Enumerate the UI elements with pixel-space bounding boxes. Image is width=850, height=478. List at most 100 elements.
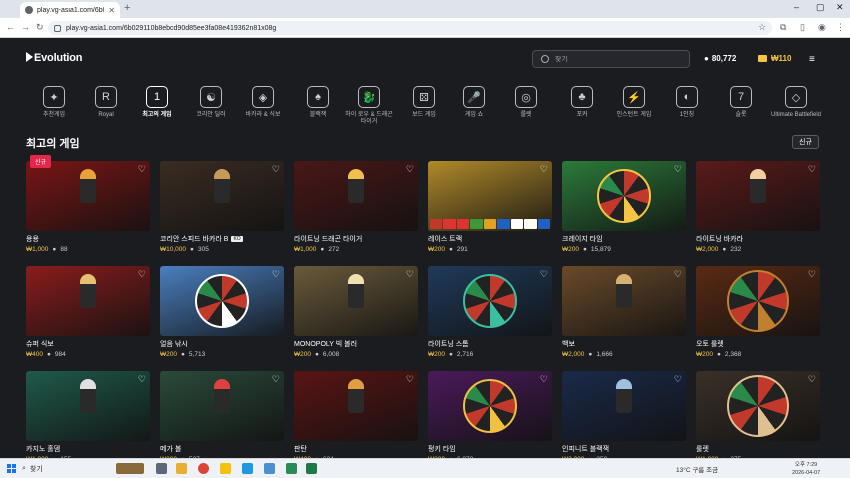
category-item[interactable]: 1 최고의 게임 xyxy=(131,86,183,119)
taskbar-widget-icon[interactable] xyxy=(116,463,144,474)
favorite-heart-icon[interactable]: ♡ xyxy=(406,374,414,385)
game-card[interactable]: ♡ 슈퍼 식보 ₩400 ● 984 xyxy=(26,266,150,358)
profile-icon[interactable]: ◉ xyxy=(818,22,826,33)
favorite-heart-icon[interactable]: ♡ xyxy=(540,164,548,175)
maximize-icon[interactable]: ▢ xyxy=(816,2,825,13)
close-window-icon[interactable]: ✕ xyxy=(836,2,844,13)
sidepanel-icon[interactable]: ▯ xyxy=(800,22,805,33)
game-thumbnail[interactable]: ♡ xyxy=(696,371,820,441)
game-thumbnail[interactable]: ♡ xyxy=(562,161,686,231)
game-card[interactable]: ♡ 오토 룰렛 ₩200 ● 2,368 xyxy=(696,266,820,358)
category-item[interactable]: 🐉 하이 로우 & 드래곤 타이거 xyxy=(343,86,395,126)
minimize-icon[interactable]: – xyxy=(794,2,799,12)
app-icon-blue[interactable] xyxy=(242,463,253,474)
game-thumbnail[interactable]: ♡ xyxy=(160,161,284,231)
category-item[interactable]: ⚡ 인스턴트 게임 xyxy=(608,86,660,119)
game-card[interactable]: ♡인피니트 블랙잭₩2,000●250 xyxy=(562,371,686,463)
new-tab-icon[interactable]: + xyxy=(124,2,130,14)
browser-tab[interactable]: play.vg-asia1.com/6b029110b ✕ xyxy=(20,2,120,18)
game-thumbnail[interactable]: ♡ xyxy=(294,371,418,441)
app-icon-yellow[interactable] xyxy=(220,463,231,474)
game-thumbnail[interactable]: ♡ xyxy=(428,266,552,336)
excel-icon[interactable] xyxy=(306,463,317,474)
search-box[interactable] xyxy=(532,50,690,68)
game-thumbnail[interactable]: ♡ xyxy=(160,266,284,336)
favorite-heart-icon[interactable]: ♡ xyxy=(674,164,682,175)
category-item[interactable]: ⚄ 보드 게임 xyxy=(398,86,450,119)
game-thumbnail[interactable]: ♡ xyxy=(26,266,150,336)
category-item[interactable]: 7 슬롯 xyxy=(715,86,767,119)
favorite-heart-icon[interactable]: ♡ xyxy=(272,164,280,175)
file-explorer-icon[interactable] xyxy=(176,463,187,474)
forward-icon[interactable]: → xyxy=(21,22,30,32)
favorite-heart-icon[interactable]: ♡ xyxy=(674,269,682,280)
category-item[interactable]: 🎤 게임 쇼 xyxy=(448,86,500,119)
clock[interactable]: 오후 7:29 2026-04-07 xyxy=(792,461,820,477)
game-thumbnail[interactable]: ♡ xyxy=(428,371,552,441)
back-icon[interactable]: ← xyxy=(6,22,15,32)
favorite-heart-icon[interactable]: ♡ xyxy=(406,164,414,175)
app-icon-sky[interactable] xyxy=(264,463,275,474)
game-thumbnail[interactable]: ♡ xyxy=(294,161,418,231)
category-item[interactable]: ◇ Ultimate Battlefield xyxy=(770,86,822,119)
bookmark-star-icon[interactable]: ☆ xyxy=(758,22,766,33)
favorite-heart-icon[interactable]: ♡ xyxy=(272,269,280,280)
game-thumbnail[interactable]: ♡ xyxy=(26,161,150,231)
game-card[interactable]: ♡판탄₩400●624 xyxy=(294,371,418,463)
hamburger-menu-icon[interactable]: ≡ xyxy=(809,54,815,65)
game-thumbnail[interactable]: ♡ xyxy=(696,266,820,336)
game-thumbnail[interactable]: ♡ xyxy=(696,161,820,231)
game-thumbnail[interactable]: ♡ xyxy=(26,371,150,441)
favorite-heart-icon[interactable]: ♡ xyxy=(808,164,816,175)
game-card[interactable]: ♡ 얼음 낚시 ₩200 ● 5,713 xyxy=(160,266,284,358)
favorite-heart-icon[interactable]: ♡ xyxy=(138,374,146,385)
game-card[interactable]: ♡펑키 타임₩200●6,872 xyxy=(428,371,552,463)
category-item[interactable]: ♠ 블랙잭 xyxy=(292,86,344,119)
category-item[interactable]: ◈ 바카라 & 식보 xyxy=(237,86,289,119)
evolution-logo[interactable]: Evolution xyxy=(26,52,83,64)
chrome-icon[interactable] xyxy=(198,463,209,474)
extensions-icon[interactable]: ⧉ xyxy=(780,22,786,33)
game-card[interactable]: ♡ 신규 용용 ₩1,000 ● 88 xyxy=(26,155,150,253)
category-item[interactable]: ◐ 1인칭 xyxy=(661,86,713,119)
favorite-heart-icon[interactable]: ♡ xyxy=(808,269,816,280)
balance[interactable]: ₩110 xyxy=(758,54,791,63)
sort-new-button[interactable]: 신규 xyxy=(792,135,819,149)
search-input[interactable] xyxy=(555,55,675,63)
category-item[interactable]: ♣ 포커 xyxy=(556,86,608,119)
favorite-heart-icon[interactable]: ♡ xyxy=(272,374,280,385)
game-card[interactable]: ♡메가 볼₩200●527 xyxy=(160,371,284,463)
game-thumbnail[interactable]: ♡ xyxy=(294,266,418,336)
favorite-heart-icon[interactable]: ♡ xyxy=(808,374,816,385)
game-card[interactable]: ♡ 백보 ₩2,000 ● 1,666 xyxy=(562,266,686,358)
url-field[interactable]: play.vg-asia1.com/6b029110b8ebcd90d85ee3… xyxy=(48,21,772,35)
game-card[interactable]: ♡ 레이스 트랙 ₩200 ● 291 xyxy=(428,161,552,253)
game-card[interactable]: ♡ 코리안 스피드 바카라 B KO ₩10,000 ● 305 xyxy=(160,161,284,253)
weather-widget[interactable]: 13°C 구름 조금 xyxy=(676,464,718,474)
more-menu-icon[interactable]: ⋮ xyxy=(836,22,845,33)
favorite-heart-icon[interactable]: ♡ xyxy=(406,269,414,280)
favorite-heart-icon[interactable]: ♡ xyxy=(540,374,548,385)
site-info-icon[interactable] xyxy=(54,24,61,32)
category-item[interactable]: R Royal xyxy=(80,86,132,119)
favorite-heart-icon[interactable]: ♡ xyxy=(138,164,146,175)
game-card[interactable]: ♡ 라이트닝 바카라 ₩2,000 ● 232 xyxy=(696,161,820,253)
taskbar-search[interactable]: ⌕ 찾기 xyxy=(22,462,122,476)
favorite-heart-icon[interactable]: ♡ xyxy=(540,269,548,280)
game-thumbnail[interactable]: ♡ xyxy=(562,371,686,441)
game-thumbnail[interactable]: ♡ xyxy=(562,266,686,336)
close-tab-icon[interactable]: ✕ xyxy=(108,6,115,15)
game-card[interactable]: ♡룰렛₩1,000●275 xyxy=(696,371,820,463)
game-thumbnail[interactable]: ♡ xyxy=(160,371,284,441)
game-card[interactable]: ♡ MONOPOLY 빅 볼러 ₩200 ● 6,008 xyxy=(294,266,418,358)
category-item[interactable]: ✦ 추천게임 xyxy=(28,86,80,119)
game-card[interactable]: ♡ 라이트닝 스톰 ₩200 ● 2,716 xyxy=(428,266,552,358)
category-item[interactable]: ◎ 룰렛 xyxy=(500,86,552,119)
app-icon-green[interactable] xyxy=(286,463,297,474)
game-card[interactable]: ♡ 라이트닝 드래곤 타이거 ₩1,000 ● 272 xyxy=(294,161,418,253)
favorite-heart-icon[interactable]: ♡ xyxy=(138,269,146,280)
task-view-icon[interactable] xyxy=(156,463,167,474)
game-card[interactable]: ♡ 크레이지 타임 ₩200 ● 15,879 xyxy=(562,161,686,253)
favorite-heart-icon[interactable]: ♡ xyxy=(674,374,682,385)
game-card[interactable]: ♡카지노 홀뎀₩1,000●155 xyxy=(26,371,150,463)
